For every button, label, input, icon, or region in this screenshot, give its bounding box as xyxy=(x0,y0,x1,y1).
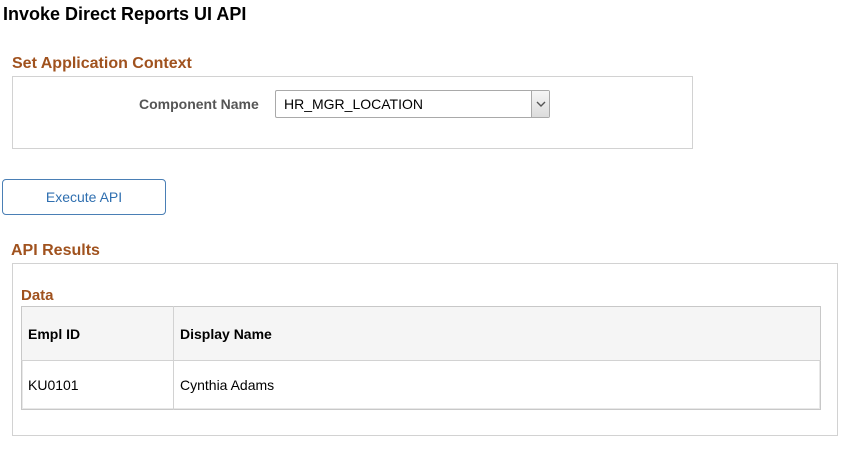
column-header-display-name[interactable]: Display Name xyxy=(174,307,821,361)
column-header-empl-id[interactable]: Empl ID xyxy=(21,306,174,361)
data-grid-title: Data xyxy=(21,287,54,304)
table-row: KU0101 Cynthia Adams xyxy=(21,360,821,410)
component-name-select[interactable]: HR_MGR_LOCATION xyxy=(275,90,550,118)
component-name-label: Component Name xyxy=(139,96,259,112)
execute-api-button[interactable]: Execute API xyxy=(2,179,166,215)
data-grid-header-row: Empl ID Display Name xyxy=(21,306,821,361)
dropdown-arrow-button[interactable] xyxy=(531,91,549,117)
api-results-title: API Results xyxy=(11,242,100,259)
chevron-down-icon xyxy=(536,101,545,107)
set-application-context-title: Set Application Context xyxy=(12,55,192,72)
data-grid: Empl ID Display Name KU0101 Cynthia Adam… xyxy=(21,306,821,410)
cell-display-name: Cynthia Adams xyxy=(180,377,275,393)
cell-empl-id: KU0101 xyxy=(21,360,174,410)
component-name-value: HR_MGR_LOCATION xyxy=(284,96,423,112)
page-title: Invoke Direct Reports UI API xyxy=(3,4,247,24)
